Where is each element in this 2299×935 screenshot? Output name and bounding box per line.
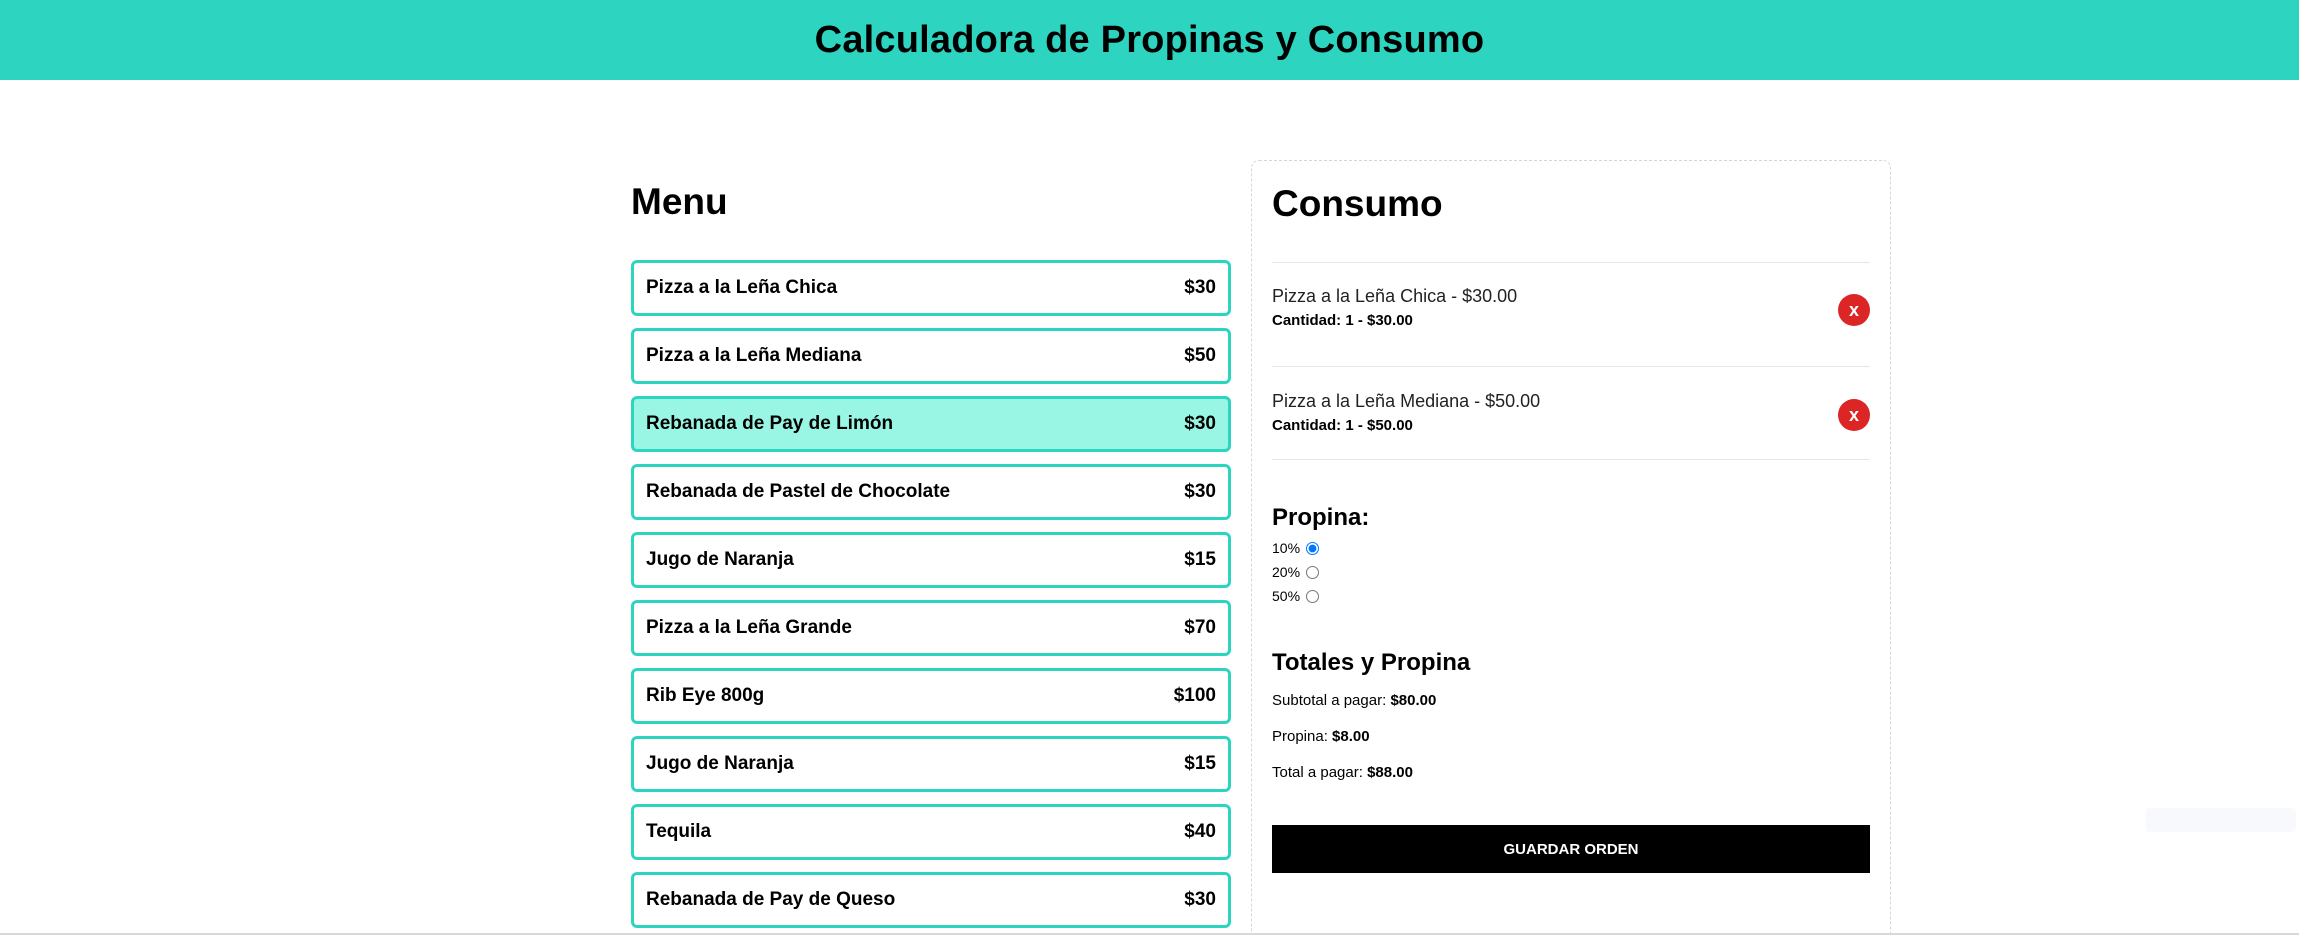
menu-item-name: Pizza a la Leña Chica — [646, 277, 838, 298]
menu-item[interactable]: Jugo de Naranja $15 — [631, 736, 1231, 792]
menu-item-price: $15 — [1184, 549, 1216, 570]
totals-section: Totales y Propina Subtotal a pagar: $80.… — [1272, 649, 1470, 800]
order-item: Pizza a la Leña Chica - $30.00 Cantidad:… — [1272, 286, 1870, 346]
tip-option-50[interactable]: 50% — [1272, 584, 1369, 608]
tip-option-20[interactable]: 20% — [1272, 560, 1369, 584]
tip-radio-10[interactable] — [1306, 541, 1320, 555]
menu-item-price: $30 — [1184, 481, 1216, 502]
tip-section: Propina: 10% 20% 50% — [1272, 504, 1369, 608]
menu-item-price: $100 — [1173, 685, 1216, 706]
menu-item-price: $40 — [1184, 821, 1216, 842]
subtotal-label: Subtotal a pagar: — [1272, 692, 1387, 709]
tip-radio-20[interactable] — [1306, 565, 1320, 579]
save-order-button[interactable]: GUARDAR ORDEN — [1272, 825, 1870, 873]
menu-item-name: Pizza a la Leña Grande — [646, 617, 852, 638]
order-item-name: Pizza a la Leña Mediana - $50.00 — [1272, 391, 1541, 411]
tip-amount-label: Propina: — [1272, 728, 1328, 745]
tip-option-label: 20% — [1272, 564, 1301, 580]
remove-item-button[interactable]: x — [1838, 294, 1870, 326]
menu-item-price: $30 — [1184, 413, 1216, 434]
menu-item[interactable]: Pizza a la Leña Grande $70 — [631, 600, 1231, 656]
menu-item-name: Rebanada de Pay de Limón — [646, 413, 894, 434]
tip-radio-50[interactable] — [1306, 589, 1320, 603]
menu-item[interactable]: Rebanada de Pastel de Chocolate $30 — [631, 464, 1231, 520]
total-row: Total a pagar: $88.00 — [1272, 764, 1470, 800]
consumo-panel: Consumo Pizza a la Leña Chica - $30.00 C… — [1251, 160, 1891, 935]
page-title: Calculadora de Propinas y Consumo — [814, 18, 1485, 61]
tip-amount-value: $8.00 — [1332, 728, 1370, 745]
menu-item-price: $30 — [1184, 277, 1216, 298]
order-item-quantity: Cantidad: 1 - $30.00 — [1272, 312, 1413, 329]
tip-option-label: 50% — [1272, 588, 1301, 604]
menu-item-price: $30 — [1184, 889, 1216, 910]
total-label: Total a pagar: — [1272, 764, 1363, 781]
menu-item[interactable]: Pizza a la Leña Mediana $50 — [631, 328, 1231, 384]
tip-option-label: 10% — [1272, 540, 1301, 556]
app-header: Calculadora de Propinas y Consumo — [0, 0, 2299, 80]
menu-item-price: $15 — [1184, 753, 1216, 774]
tip-option-10[interactable]: 10% — [1272, 536, 1369, 560]
totals-title: Totales y Propina — [1272, 649, 1471, 676]
divider — [1272, 366, 1870, 367]
menu-item[interactable]: Rib Eye 800g $100 — [631, 668, 1231, 724]
menu-item[interactable]: Tequila $40 — [631, 804, 1231, 860]
menu-item-price: $50 — [1184, 345, 1216, 366]
menu-list: Pizza a la Leña Chica $30 Pizza a la Leñ… — [631, 260, 1231, 935]
menu-item-name: Rebanada de Pay de Queso — [646, 889, 896, 910]
menu-item-name: Tequila — [646, 821, 712, 842]
remove-item-button[interactable]: x — [1838, 399, 1870, 431]
subtotal-row: Subtotal a pagar: $80.00 — [1272, 692, 1470, 728]
menu-item-name: Rib Eye 800g — [646, 685, 765, 706]
menu-item-name: Jugo de Naranja — [646, 753, 794, 774]
menu-item[interactable]: Rebanada de Pay de Queso $30 — [631, 872, 1231, 928]
tip-title: Propina: — [1272, 504, 1370, 531]
total-value: $88.00 — [1367, 764, 1413, 781]
divider — [1272, 459, 1870, 460]
menu-item-name: Rebanada de Pastel de Chocolate — [646, 481, 951, 502]
menu-item-price: $70 — [1184, 617, 1216, 638]
menu-item-name: Pizza a la Leña Mediana — [646, 345, 862, 366]
menu-section: Menu Pizza a la Leña Chica $30 Pizza a l… — [631, 180, 1231, 928]
divider — [1272, 262, 1870, 263]
corner-widget — [2146, 808, 2296, 832]
menu-item[interactable]: Pizza a la Leña Chica $30 — [631, 260, 1231, 316]
subtotal-value: $80.00 — [1390, 692, 1437, 709]
order-item: Pizza a la Leña Mediana - $50.00 Cantida… — [1272, 391, 1870, 451]
menu-title: Menu — [631, 181, 728, 222]
menu-item-name: Jugo de Naranja — [646, 549, 794, 570]
order-item-quantity: Cantidad: 1 - $50.00 — [1272, 417, 1413, 434]
order-item-name: Pizza a la Leña Chica - $30.00 — [1272, 286, 1518, 306]
menu-item-highlighted[interactable]: Rebanada de Pay de Limón $30 — [631, 396, 1231, 452]
consumo-title: Consumo — [1272, 183, 1443, 224]
menu-item[interactable]: Jugo de Naranja $15 — [631, 532, 1231, 588]
tip-amount-row: Propina: $8.00 — [1272, 728, 1470, 764]
